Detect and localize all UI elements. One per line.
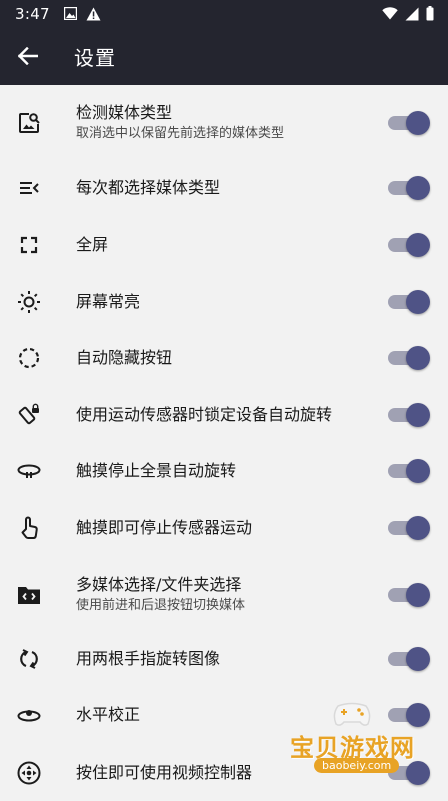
setting-row-hold-video-controller[interactable]: 按住即可使用视频控制器	[0, 745, 448, 801]
wifi-icon	[382, 7, 398, 20]
panorama-rotate-icon	[16, 458, 42, 484]
setting-title: 用两根手指旋转图像	[76, 649, 221, 668]
setting-row-keep-screen-on[interactable]: 屏幕常亮	[0, 274, 448, 330]
page-title: 设置	[74, 45, 116, 70]
warning-icon	[86, 7, 101, 21]
setting-subtitle: 使用前进和后退按钮切换媒体	[76, 598, 246, 613]
fullscreen-toggle[interactable]	[388, 233, 430, 257]
setting-title: 按住即可使用视频控制器	[76, 763, 253, 782]
arrow-back-icon	[18, 47, 38, 65]
battery-icon	[426, 6, 434, 21]
setting-row-horizon-correction[interactable]: 水平校正	[0, 687, 448, 743]
setting-title: 检测媒体类型	[76, 103, 173, 122]
setting-title: 使用运动传感器时锁定设备自动旋转	[76, 405, 333, 424]
setting-row-fullscreen[interactable]: 全屏	[0, 217, 448, 273]
fullscreen-icon	[16, 232, 42, 258]
touch-icon	[16, 515, 42, 541]
screen-lock-rotation-icon	[16, 402, 42, 428]
signal-icon	[405, 7, 419, 21]
image-search-icon	[16, 110, 42, 136]
folder-code-icon	[16, 582, 42, 608]
two-finger-rotate-toggle[interactable]	[388, 647, 430, 671]
auto-hide-buttons-toggle[interactable]	[388, 346, 430, 370]
setting-title: 水平校正	[76, 705, 141, 724]
setting-title: 全屏	[76, 235, 109, 254]
horizon-icon	[16, 702, 42, 728]
setting-title: 自动隐藏按钮	[76, 348, 173, 367]
setting-row-detect-media-type[interactable]: 检测媒体类型 取消选中以保留先前选择的媒体类型	[0, 95, 448, 151]
setting-title: 每次都选择媒体类型	[76, 178, 221, 197]
setting-row-two-finger-rotate[interactable]: 用两根手指旋转图像	[0, 631, 448, 687]
multi-media-folder-toggle[interactable]	[388, 583, 430, 607]
gamepad-circle-icon	[16, 760, 42, 786]
setting-row-choose-media-type[interactable]: 每次都选择媒体类型	[0, 160, 448, 216]
back-button[interactable]	[0, 27, 58, 85]
setting-row-multi-media-folder[interactable]: 多媒体选择/文件夹选择 使用前进和后退按钮切换媒体	[0, 567, 448, 623]
touch-stop-panorama-toggle[interactable]	[388, 459, 430, 483]
setting-title: 触摸停止全景自动旋转	[76, 461, 237, 480]
setting-row-touch-stop-sensor[interactable]: 触摸即可停止传感器运动	[0, 500, 448, 556]
rotate-icon	[16, 646, 42, 672]
dashed-circle-icon	[16, 345, 42, 371]
touch-stop-sensor-toggle[interactable]	[388, 516, 430, 540]
setting-subtitle: 取消选中以保留先前选择的媒体类型	[76, 126, 285, 141]
setting-row-lock-rotation[interactable]: 使用运动传感器时锁定设备自动旋转	[0, 387, 448, 443]
menu-open-icon	[16, 175, 42, 201]
setting-row-auto-hide-buttons[interactable]: 自动隐藏按钮	[0, 330, 448, 386]
setting-title: 屏幕常亮	[76, 292, 141, 311]
image-icon	[63, 7, 77, 20]
choose-media-type-toggle[interactable]	[388, 176, 430, 200]
setting-title: 触摸即可停止传感器运动	[76, 518, 253, 537]
status-bar: 3:47	[0, 0, 448, 27]
setting-row-touch-stop-panorama[interactable]: 触摸停止全景自动旋转	[0, 443, 448, 499]
app-bar: 设置	[0, 27, 448, 85]
detect-media-type-toggle[interactable]	[388, 111, 430, 135]
status-time: 3:47	[15, 4, 50, 23]
keep-screen-on-toggle[interactable]	[388, 290, 430, 314]
setting-title: 多媒体选择/文件夹选择	[76, 575, 242, 594]
horizon-correction-toggle[interactable]	[388, 703, 430, 727]
lock-rotation-toggle[interactable]	[388, 403, 430, 427]
brightness-icon	[16, 289, 42, 315]
hold-video-controller-toggle[interactable]	[388, 761, 430, 785]
